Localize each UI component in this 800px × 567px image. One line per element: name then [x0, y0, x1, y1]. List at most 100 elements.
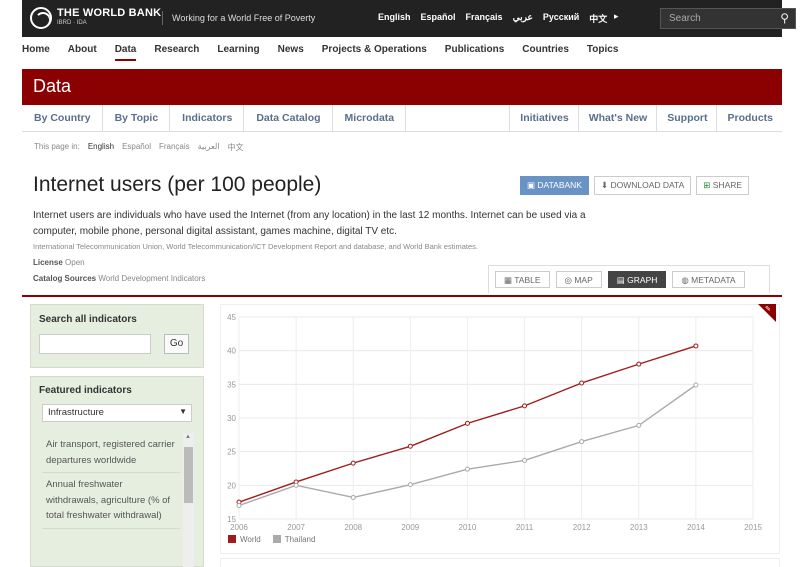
legend-item-thailand[interactable]: Thailand [272, 535, 316, 544]
featured-topic-value: Infrastructure [48, 407, 104, 418]
page-lang-francais[interactable]: Français [159, 142, 190, 153]
lang-russian[interactable]: Русский [543, 12, 579, 25]
download-label: DOWNLOAD DATA [610, 180, 685, 190]
world-bank-logo[interactable]: THE WORLD BANK IBRD · IDA [30, 7, 161, 29]
site-search-placeholder: Search [669, 13, 701, 24]
list-item[interactable]: Annual freshwater withdrawals, agricultu… [42, 473, 180, 529]
site-search-input[interactable]: Search ⚲ [660, 8, 796, 29]
tab-table[interactable]: ▦ TABLE [495, 271, 550, 288]
scroll-up-icon[interactable]: ▲ [185, 434, 191, 440]
catalog-row: Catalog Sources World Development Indica… [33, 274, 205, 283]
lang-arabic[interactable]: عربي [513, 12, 533, 25]
action-buttons: ▣ DATABANK ⬇ DOWNLOAD DATA ⊞ SHARE [520, 176, 750, 195]
nav-countries[interactable]: Countries [522, 44, 569, 61]
share-label: SHARE [712, 180, 743, 190]
page-in-label: This page in: [34, 142, 80, 151]
section-header: Data [22, 69, 782, 105]
x-tick-label: 2006 [230, 523, 248, 532]
data-point-thailand [407, 482, 413, 488]
subnav-products[interactable]: Products [717, 105, 782, 132]
nav-topics[interactable]: Topics [587, 44, 618, 61]
nav-about[interactable]: About [68, 44, 97, 61]
nav-news[interactable]: News [278, 44, 304, 61]
subnav-support[interactable]: Support [657, 105, 718, 132]
y-tick-label: 40 [227, 347, 236, 356]
databank-button[interactable]: ▣ DATABANK [520, 176, 589, 195]
metadata-icon: ◍ [681, 275, 692, 285]
more-languages-arrow-icon[interactable]: ▸ [614, 11, 619, 22]
list-item[interactable]: Air transport, registered carrier depart… [42, 433, 180, 473]
expand-icon[interactable]: ✎ [765, 305, 771, 313]
logo-subtitle: IBRD · IDA [57, 20, 87, 26]
databank-icon: ▣ [527, 180, 538, 190]
data-point-world [693, 343, 699, 349]
page-lang-espanol[interactable]: Español [122, 142, 151, 153]
subnav-whats-new[interactable]: What's New [579, 105, 658, 132]
nav-data[interactable]: Data [114, 44, 137, 61]
featured-indicators-label: Featured indicators [39, 385, 132, 396]
lang-francais[interactable]: Français [466, 12, 503, 25]
data-point-thailand [693, 382, 699, 388]
go-button[interactable]: Go [164, 334, 189, 354]
data-point-thailand [236, 503, 242, 509]
databank-label: DATABANK [537, 180, 582, 190]
legend-swatch-world [228, 535, 236, 543]
tab-graph[interactable]: ▤ GRAPH [607, 271, 667, 288]
subnav-spacer [406, 105, 511, 131]
download-data-button[interactable]: ⬇ DOWNLOAD DATA [593, 176, 692, 195]
tagline: Working for a World Free of Poverty [162, 11, 315, 25]
subnav-by-country[interactable]: By Country [22, 105, 103, 132]
indicator-search-input[interactable] [39, 334, 151, 354]
page-language-bar: This page in: English Español Français ا… [34, 142, 244, 153]
globe-icon [30, 7, 52, 29]
legend-label-thailand: Thailand [284, 535, 316, 544]
data-point-world [464, 420, 470, 426]
y-tick-label: 45 [227, 313, 236, 322]
x-tick-label: 2015 [744, 523, 762, 532]
tab-metadata[interactable]: ◍ METADATA [672, 271, 745, 288]
nav-publications[interactable]: Publications [445, 44, 504, 61]
indicator-description: Internet users are individuals who have … [33, 210, 586, 237]
subnav-microdata[interactable]: Microdata [333, 105, 407, 132]
license-value[interactable]: Open [65, 258, 85, 267]
featured-list-scrollbar[interactable]: ▲ [183, 433, 194, 567]
nav-learning[interactable]: Learning [217, 44, 259, 61]
nav-projects[interactable]: Projects & Operations [322, 44, 427, 61]
legend-swatch-thailand [272, 535, 281, 543]
lang-english[interactable]: English [378, 12, 411, 25]
lang-chinese[interactable]: 中文 [589, 12, 607, 25]
lang-espanol[interactable]: Español [421, 12, 456, 25]
nav-research[interactable]: Research [154, 44, 199, 61]
share-button[interactable]: ⊞ SHARE [696, 176, 750, 195]
x-tick-label: 2014 [687, 523, 705, 532]
page-title: Internet users (per 100 people) [33, 173, 322, 196]
data-point-world [522, 403, 528, 409]
legend-item-world[interactable]: World [228, 535, 261, 544]
x-tick-label: 2008 [344, 523, 362, 532]
featured-topic-select[interactable]: Infrastructure ▼ [42, 404, 192, 422]
catalog-label: Catalog Sources [33, 274, 97, 283]
page-lang-chinese[interactable]: 中文 [228, 142, 244, 153]
subnav-initiatives[interactable]: Initiatives [510, 105, 579, 132]
search-icon[interactable]: ⚲ [780, 11, 789, 25]
scrollbar-thumb[interactable] [184, 447, 193, 503]
x-tick-label: 2012 [573, 523, 591, 532]
subnav-data-catalog[interactable]: Data Catalog [244, 105, 333, 132]
page-lang-english[interactable]: English [88, 142, 114, 153]
nav-home[interactable]: Home [22, 44, 50, 61]
page-lang-arabic[interactable]: العربية [198, 142, 220, 153]
featured-indicator-list: Air transport, registered carrier depart… [42, 433, 180, 529]
dropdown-arrow-icon: ▼ [179, 407, 187, 416]
tab-metadata-label: METADATA [691, 275, 736, 285]
catalog-value[interactable]: World Development Indicators [98, 274, 205, 283]
sidebar: Search all indicators Go Featured indica… [30, 304, 204, 567]
chart-container: 15 20 25 30 35 40 45 2006 2007 2008 2009 2010 2011 20… [220, 304, 780, 554]
tab-map[interactable]: ◎ MAP [555, 271, 602, 288]
subnav-indicators[interactable]: Indicators [170, 105, 245, 132]
featured-indicators-panel: Featured indicators Infrastructure ▼ Air… [30, 376, 204, 567]
license-row: License Open [33, 258, 85, 267]
data-point-thailand [522, 457, 528, 463]
subnav-by-topic[interactable]: By Topic [103, 105, 171, 132]
license-label: License [33, 258, 63, 267]
x-tick-label: 2010 [459, 523, 477, 532]
